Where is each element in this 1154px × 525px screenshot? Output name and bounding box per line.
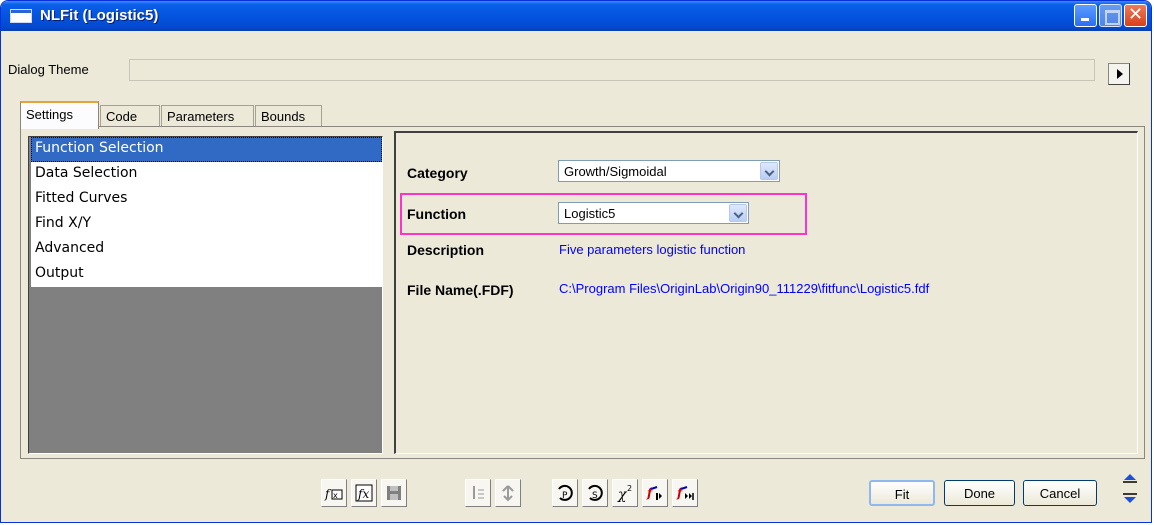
svg-text:x: x — [333, 491, 338, 500]
function-select[interactable]: Logistic5 — [558, 202, 749, 224]
description-value: Five parameters logistic function — [559, 242, 746, 257]
done-button[interactable]: Done — [944, 480, 1015, 506]
filename-label: File Name(.FDF) — [407, 282, 514, 298]
save-icon — [387, 486, 401, 500]
nlfit-dialog: NLFit (Logistic5) ✕ Dialog Theme Setting… — [0, 0, 1152, 523]
fit-until-converge-icon: f — [646, 486, 662, 500]
filename-value: C:\Program Files\OriginLab\Origin90_1112… — [559, 281, 930, 296]
window-icon — [10, 9, 32, 23]
minimize-button[interactable] — [1074, 4, 1097, 27]
nav-item-fitted-curves[interactable]: Fitted Curves — [31, 187, 382, 212]
sort-down-icon — [473, 486, 484, 499]
svg-text:fx: fx — [357, 487, 369, 501]
window-title: NLFit (Logistic5) — [40, 7, 159, 24]
edit-function-icon: fx — [324, 487, 343, 501]
svg-text:S: S — [592, 491, 598, 501]
nav-item-advanced[interactable]: Advanced — [31, 237, 382, 262]
category-label: Category — [407, 165, 468, 181]
dialog-theme-field[interactable] — [129, 59, 1095, 81]
save-button[interactable] — [381, 479, 407, 507]
function-formula-button[interactable]: fx — [351, 479, 377, 507]
iterate-p-button[interactable]: P — [552, 479, 578, 507]
svg-text:P: P — [562, 491, 568, 501]
iterate-s-icon: S — [588, 484, 603, 501]
chi-square-button[interactable]: χ2 — [612, 479, 638, 507]
expand-down-button[interactable] — [1118, 492, 1142, 506]
tab-settings[interactable]: Settings — [20, 101, 99, 129]
chi-square-icon: χ2 — [617, 484, 632, 503]
function-formula-icon: fx — [355, 484, 373, 502]
arrow-up-icon — [1123, 474, 1137, 483]
description-label: Description — [407, 242, 485, 258]
svg-text:2: 2 — [627, 484, 632, 493]
fit-all-icon: f — [676, 486, 694, 500]
collapse-up-button[interactable] — [1118, 470, 1142, 484]
arrow-down-icon — [1123, 493, 1137, 503]
function-value: Logistic5 — [564, 206, 616, 221]
fit-until-converge-button[interactable]: f — [642, 479, 668, 507]
chevron-down-icon[interactable] — [760, 162, 778, 180]
tab-code[interactable]: Code — [100, 105, 160, 127]
category-select[interactable]: Growth/Sigmoidal — [558, 160, 780, 182]
maximize-button[interactable] — [1099, 4, 1122, 27]
title-bar[interactable]: NLFit (Logistic5) ✕ — [1, 1, 1151, 31]
dialog-theme-label: Dialog Theme — [8, 62, 89, 77]
nav-item-data-selection[interactable]: Data Selection — [31, 162, 382, 187]
iterate-s-button[interactable]: S — [582, 479, 608, 507]
sort-tree-icon — [502, 485, 514, 502]
iterate-p-icon: P — [558, 484, 573, 501]
function-label: Function — [407, 206, 467, 222]
svg-text:f: f — [324, 487, 332, 501]
sort-tree-button[interactable] — [495, 479, 521, 507]
fit-all-button[interactable]: f — [672, 479, 698, 507]
nav-item-function-selection[interactable]: Function Selection — [31, 137, 382, 162]
cancel-button[interactable]: Cancel — [1023, 480, 1097, 506]
close-button[interactable]: ✕ — [1124, 4, 1147, 27]
edit-function-button[interactable]: fx — [321, 479, 347, 507]
settings-nav-list: Function Selection Data Selection Fitted… — [28, 136, 383, 454]
close-icon: ✕ — [1127, 4, 1144, 24]
chevron-down-icon[interactable] — [729, 204, 747, 222]
category-value: Growth/Sigmoidal — [564, 164, 667, 179]
sort-down-button[interactable] — [465, 479, 491, 507]
tab-parameters[interactable]: Parameters — [161, 105, 254, 127]
nav-item-output[interactable]: Output — [31, 262, 382, 287]
nav-item-find-xy[interactable]: Find X/Y — [31, 212, 382, 237]
theme-menu-arrow-button[interactable] — [1108, 63, 1130, 85]
fit-button[interactable]: Fit — [869, 480, 935, 506]
tab-bounds[interactable]: Bounds — [255, 105, 322, 127]
